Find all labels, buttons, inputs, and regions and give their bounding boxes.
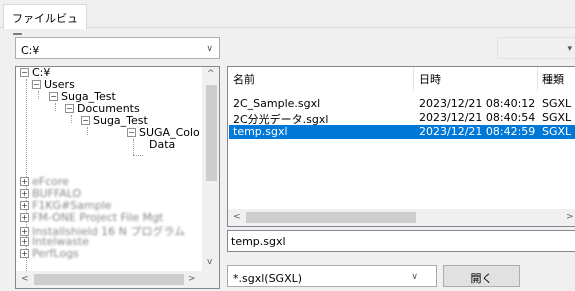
tree-item[interactable]: + PerfLogs	[20, 247, 79, 260]
scrollbar-thumb[interactable]	[206, 85, 217, 181]
collapse-icon[interactable]: −	[127, 128, 136, 137]
drive-select-value: C:¥	[21, 44, 40, 57]
expand-icon[interactable]: +	[20, 237, 29, 246]
dropdown-arrow-icon: ▾	[567, 44, 572, 54]
open-button[interactable]: 開く	[443, 265, 520, 287]
file-name: temp.sgxl	[233, 125, 288, 138]
collapse-icon[interactable]: −	[20, 68, 29, 77]
scrollbar-thumb[interactable]	[246, 212, 416, 223]
tree-guide	[133, 139, 134, 155]
filetype-select-value: *.sgxl(SGXL)	[233, 272, 303, 285]
tree-guide	[87, 127, 88, 135]
file-type: SGXL	[542, 111, 572, 124]
tab-strip: ファイルビュー	[0, 0, 575, 41]
column-divider[interactable]	[537, 67, 538, 91]
drive-select[interactable]: C:¥ ∨	[15, 37, 220, 59]
collapse-icon[interactable]: −	[81, 116, 90, 125]
scroll-right-icon[interactable]: >	[188, 274, 196, 284]
file-name: 2C_Sample.sgxl	[233, 97, 321, 110]
filetype-select[interactable]: *.sgxl(SGXL) ∨	[227, 265, 437, 287]
file-date: 2023/12/21 08:40:54	[419, 111, 536, 124]
folder-tree: − C:¥ − Users − Suga_Test − Documents − Suga_…	[15, 66, 220, 289]
tree-guide	[71, 115, 72, 123]
list-horizontal-scrollbar[interactable]: < >	[228, 209, 575, 226]
tab-file-view[interactable]: ファイルビュー	[3, 4, 87, 41]
collapse-icon[interactable]: −	[32, 80, 41, 89]
file-row[interactable]: 2C_Sample.sgxl 2023/12/21 08:40:12 SGXL	[229, 97, 575, 111]
chevron-down-icon: ∨	[206, 44, 213, 54]
view-select[interactable]: ▾	[497, 37, 575, 59]
file-row[interactable]: 2C分光データ.sgxl 2023/12/21 08:40:54 SGXL	[229, 111, 575, 126]
file-date: 2023/12/21 08:42:59	[419, 125, 536, 138]
tree-guide	[55, 103, 56, 111]
file-row-selected[interactable]: temp.sgxl 2023/12/21 08:42:59 SGXL	[229, 125, 575, 139]
tree-horizontal-scrollbar[interactable]: < >	[16, 271, 219, 288]
file-type: SGXL	[542, 97, 572, 110]
column-divider[interactable]	[413, 67, 414, 91]
chevron-down-icon: ∨	[411, 272, 418, 282]
expand-icon[interactable]: +	[20, 249, 29, 258]
column-header-date[interactable]: 日時	[419, 71, 441, 87]
column-header-type[interactable]: 種類	[542, 71, 564, 87]
tree-vertical-scrollbar[interactable]: ^ v	[202, 67, 219, 273]
collapse-icon[interactable]: −	[65, 104, 74, 113]
scroll-down-icon[interactable]: v	[207, 257, 212, 267]
scroll-up-icon[interactable]: ^	[207, 69, 215, 79]
scroll-right-icon[interactable]: >	[566, 212, 574, 222]
filename-input[interactable]: temp.sgxl	[227, 230, 575, 252]
scroll-left-icon[interactable]: <	[21, 274, 29, 284]
file-list: 名前 日時 種類 2C_Sample.sgxl 2023/12/21 08:40…	[227, 66, 575, 227]
scrollbar-thumb[interactable]	[34, 274, 184, 285]
file-date: 2023/12/21 08:40:12	[419, 97, 536, 110]
expand-icon[interactable]: +	[20, 189, 29, 198]
expand-icon[interactable]: +	[20, 177, 29, 186]
collapse-icon[interactable]: −	[49, 92, 58, 101]
scroll-left-icon[interactable]: <	[233, 212, 241, 222]
file-type: SGXL	[542, 125, 572, 138]
expand-icon[interactable]: +	[20, 201, 29, 210]
tree-guide	[133, 155, 143, 156]
tree-item-data[interactable]: Data	[149, 138, 175, 151]
expand-icon[interactable]: +	[20, 213, 29, 222]
tree-guide	[38, 91, 39, 99]
column-header-name[interactable]: 名前	[233, 71, 255, 87]
